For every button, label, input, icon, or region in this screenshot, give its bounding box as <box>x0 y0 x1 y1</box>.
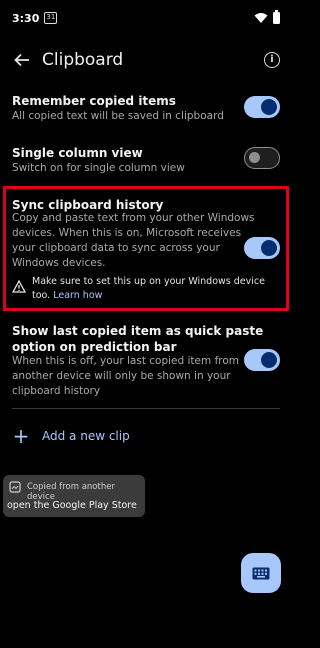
setting-title-line: option on prediction bar <box>12 340 177 354</box>
single-column-view-toggle[interactable] <box>244 147 280 169</box>
setting-description-line: clipboard history <box>12 385 101 397</box>
calendar-icon: 31 <box>44 12 58 24</box>
clip-text: open the Google Play Store <box>7 500 137 511</box>
setting-remember-copied-items[interactable]: Remember copied items All copied text wi… <box>0 92 292 132</box>
setting-description-line: devices. When this is on, Microsoft rece… <box>12 227 242 239</box>
keyboard-icon <box>252 567 270 579</box>
back-arrow-icon[interactable] <box>12 50 32 70</box>
wifi-icon <box>254 13 268 23</box>
setting-title: Single column view <box>12 146 143 160</box>
warning-text-line: Make sure to set this up on your Windows… <box>32 276 265 287</box>
setting-single-column-view[interactable]: Single column view Switch on for single … <box>0 146 292 186</box>
info-icon[interactable]: i <box>264 52 280 68</box>
setting-description-line: When this is off, your last copied item … <box>12 355 240 367</box>
app-bar: Clipboard i <box>0 36 292 84</box>
setting-title-line: Show last copied item as quick paste <box>12 324 264 338</box>
remember-copied-items-toggle[interactable] <box>244 96 280 118</box>
setting-description-line: Windows devices. <box>12 257 106 269</box>
divider <box>12 408 280 409</box>
plus-icon: + <box>12 424 30 448</box>
show-last-copied-item-toggle[interactable] <box>244 349 280 371</box>
setting-sync-clipboard-history[interactable]: Sync clipboard history Copy and paste te… <box>0 196 292 306</box>
status-bar: 3:30 31 <box>0 0 292 36</box>
clip-source-label: Copied from another device <box>27 482 115 502</box>
setting-description-line: another device will only be shown in you… <box>12 370 231 382</box>
setting-description: Switch on for single column view <box>12 162 185 174</box>
setting-show-last-copied-item[interactable]: Show last copied item as quick paste opt… <box>0 322 292 402</box>
keyboard-button[interactable] <box>241 553 281 593</box>
setting-title: Sync clipboard history <box>12 198 164 212</box>
setting-description-line: Copy and paste text from your other Wind… <box>12 212 255 224</box>
warning-icon <box>12 280 26 293</box>
setting-description: All copied text will be saved in clipboa… <box>12 110 224 122</box>
page-title: Clipboard <box>42 50 124 70</box>
setting-title: Remember copied items <box>12 94 176 108</box>
setting-description-line: your clipboard data to sync across your <box>12 242 220 254</box>
sync-clipboard-history-toggle[interactable] <box>244 237 280 259</box>
battery-icon <box>273 10 280 24</box>
clip-item[interactable]: Copied from another device open the Goog… <box>3 475 145 517</box>
warning-text: too. <box>32 290 51 301</box>
status-time: 3:30 <box>12 11 40 25</box>
add-new-clip-button[interactable]: + Add a new clip <box>12 426 130 446</box>
add-new-clip-label: Add a new clip <box>42 429 130 443</box>
device-clip-icon <box>9 481 21 493</box>
learn-how-link[interactable]: Learn how <box>53 290 102 301</box>
warning-text-line: too. Learn how <box>32 289 102 303</box>
